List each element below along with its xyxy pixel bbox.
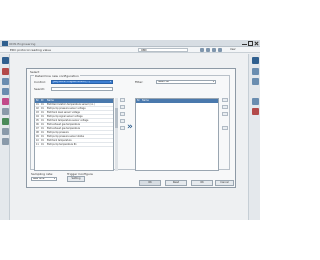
selected-list: Nr Name <box>135 98 219 171</box>
cell-name: EGR exhaust gas temperature <box>47 127 81 130</box>
chevron-down-icon: ▾ <box>109 80 111 83</box>
group-title: Determine new configuration <box>34 74 80 78</box>
sampling-value: Real time <box>33 177 45 180</box>
tools-icon[interactable] <box>2 98 9 105</box>
move-up-icon[interactable] <box>120 112 125 116</box>
flag-icon[interactable] <box>252 108 259 115</box>
ok-secondary-button[interactable]: OK <box>191 180 213 186</box>
cell-name: EGR pump pressure sensor voltage <box>47 107 86 110</box>
configuration-group: Determine new configuration Control: [00… <box>30 74 230 171</box>
diagnosis-icon[interactable] <box>2 78 9 85</box>
cell-name: EGR pump pressure <box>47 131 69 134</box>
top-toolbar: EDC protocol reading value OBD User <box>0 47 260 53</box>
list-tools <box>120 98 125 133</box>
title-bar: ODIS Engineering <box>0 40 260 47</box>
left-sidebar <box>0 54 10 220</box>
flash-icon[interactable] <box>2 118 9 125</box>
info-sidebar-icon[interactable] <box>2 128 9 135</box>
data-icon[interactable] <box>2 138 9 145</box>
info-icon[interactable] <box>206 48 210 52</box>
cancel-button[interactable]: Cancel <box>215 180 234 186</box>
cell-name: EGR tank temperature sensor voltage <box>47 119 89 122</box>
search-input[interactable] <box>51 87 113 91</box>
select-all-icon[interactable] <box>120 98 125 102</box>
status-field[interactable]: OBD <box>138 48 188 52</box>
stop-icon[interactable] <box>2 68 9 75</box>
control-label: Control: <box>34 80 46 84</box>
filter-label: Filter: <box>135 80 144 84</box>
selected-tools <box>222 98 228 133</box>
nav-up-icon[interactable] <box>252 68 259 75</box>
help-icon[interactable] <box>212 48 216 52</box>
settings-icon[interactable] <box>218 48 222 52</box>
toolbar-icons <box>200 48 222 52</box>
control-select[interactable]: [00] EDC17 Engine control (...) ▾ <box>51 80 113 84</box>
clear-icon[interactable] <box>222 126 228 130</box>
cell-name: EGR tank temperature <box>47 139 72 142</box>
cell-name: EGR pump pressure sensor status <box>47 135 85 138</box>
table-row[interactable]: 11 01 EGR pump temperature R1 <box>35 143 113 147</box>
trigger-setting-button[interactable]: Setting <box>67 176 85 182</box>
sort-icon[interactable] <box>120 126 125 130</box>
expand-icon[interactable] <box>2 57 9 64</box>
close-icon[interactable] <box>254 41 259 46</box>
page-title: EDC protocol reading value <box>10 48 51 52</box>
app-window: ODIS Engineering EDC protocol reading va… <box>0 40 260 220</box>
list-rows: 01 01 EGR Recirculation temperature sensor… <box>35 103 113 147</box>
selected-header: Nr Name <box>136 99 218 103</box>
chevron-down-icon: ▾ <box>212 80 214 83</box>
filter-select[interactable]: Select all ▾ <box>156 80 216 84</box>
app-logo-icon <box>2 41 8 46</box>
cell-name: EGR Recirculation temperature sensor (no… <box>47 103 95 106</box>
move-down-icon[interactable] <box>120 119 125 123</box>
minimize-icon[interactable] <box>242 41 247 45</box>
maximize-icon[interactable] <box>248 41 253 46</box>
home-icon[interactable] <box>200 48 204 52</box>
select-dialog: Select Determine new configuration Contr… <box>26 68 236 188</box>
selected-col-name[interactable]: Name <box>142 99 218 103</box>
remove-icon[interactable] <box>222 112 228 116</box>
down-icon[interactable] <box>222 105 228 109</box>
read-button[interactable]: Read <box>165 180 187 186</box>
user-label: User <box>230 48 236 51</box>
collapse-icon[interactable] <box>252 57 259 64</box>
report-icon[interactable] <box>2 108 9 115</box>
scrollbar-thumb[interactable] <box>115 108 118 128</box>
cell-name: EGR tank level sensor voltage <box>47 111 80 114</box>
sampling-select[interactable]: Real time ▾ <box>31 177 57 181</box>
cell-name: EGR pump temperature R1 <box>47 143 77 146</box>
cell-name: EGR exhaust gas temperature <box>47 123 81 126</box>
deselect-icon[interactable] <box>120 105 125 109</box>
list-icon[interactable] <box>252 98 259 105</box>
search-label: Search: <box>34 87 46 91</box>
cell-name: EGR pump signal sensor voltage <box>47 115 83 118</box>
filter-value: Select all <box>158 80 169 83</box>
app-title: ODIS Engineering <box>9 42 36 46</box>
right-sidebar <box>248 54 260 220</box>
control-value: [00] EDC17 Engine control (...) <box>53 80 90 83</box>
up-icon[interactable] <box>222 98 228 102</box>
add-arrow-icon[interactable]: » <box>127 122 133 132</box>
chevron-down-icon: ▾ <box>53 177 55 180</box>
ok-button[interactable]: OK <box>139 180 161 186</box>
nav-down-icon[interactable] <box>252 78 259 85</box>
sampling-label: Sampling rate: <box>31 172 54 176</box>
list-scrollbar[interactable] <box>115 98 118 171</box>
available-list: Nr ID Name 01 01 EGR Recirculation tempera… <box>34 98 114 171</box>
measure-icon[interactable] <box>2 88 9 95</box>
